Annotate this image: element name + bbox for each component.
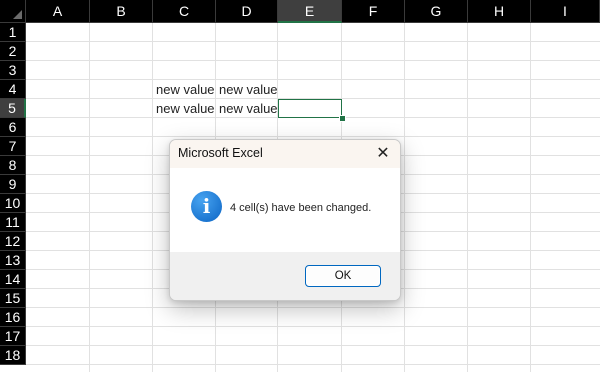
select-all-corner[interactable] [0, 0, 26, 23]
gridline [26, 345, 600, 346]
select-all-triangle-icon [13, 10, 22, 19]
gridline [467, 23, 468, 372]
column-header-b[interactable]: B [90, 0, 153, 23]
column-header-c[interactable]: C [153, 0, 216, 23]
cell-d5[interactable]: new value [219, 99, 278, 118]
row-header-10[interactable]: 10 [0, 194, 26, 213]
row-header-5[interactable]: 5 [0, 99, 26, 118]
dialog-footer: OK [170, 252, 400, 300]
gridline [530, 23, 531, 372]
gridline [26, 41, 600, 42]
row-header-2[interactable]: 2 [0, 42, 26, 61]
cell-d4[interactable]: new value [219, 80, 278, 99]
column-header-d[interactable]: D [216, 0, 278, 23]
row-header-1[interactable]: 1 [0, 23, 26, 42]
dialog-titlebar[interactable]: Microsoft Excel ✕ [170, 140, 400, 168]
gridline [404, 23, 405, 372]
gridline [26, 307, 600, 308]
column-header-i[interactable]: I [531, 0, 600, 23]
row-header-17[interactable]: 17 [0, 327, 26, 346]
row-header-7[interactable]: 7 [0, 137, 26, 156]
close-icon[interactable]: ✕ [366, 140, 400, 168]
dialog-body: i 4 cell(s) have been changed. [170, 168, 400, 252]
column-header-e[interactable]: E [278, 0, 342, 23]
row-header-9[interactable]: 9 [0, 175, 26, 194]
gridline [26, 326, 600, 327]
row-header-13[interactable]: 13 [0, 251, 26, 270]
gridline [26, 79, 600, 80]
row-header-12[interactable]: 12 [0, 232, 26, 251]
row-header-16[interactable]: 16 [0, 308, 26, 327]
gridline [26, 364, 600, 365]
row-header-15[interactable]: 15 [0, 289, 26, 308]
row-header-6[interactable]: 6 [0, 118, 26, 137]
column-header-g[interactable]: G [405, 0, 468, 23]
row-header-11[interactable]: 11 [0, 213, 26, 232]
gridline [26, 60, 600, 61]
gridline [152, 23, 153, 372]
dialog-message: 4 cell(s) have been changed. [230, 202, 372, 214]
row-header-4[interactable]: 4 [0, 80, 26, 99]
active-cell-e5[interactable] [278, 99, 342, 118]
cell-c4[interactable]: new value [156, 80, 215, 99]
ok-button[interactable]: OK [305, 265, 381, 287]
gridline [89, 23, 90, 372]
column-header-h[interactable]: H [468, 0, 531, 23]
row-header-18[interactable]: 18 [0, 346, 26, 365]
row-header-14[interactable]: 14 [0, 270, 26, 289]
gridline [26, 136, 600, 137]
row-header-3[interactable]: 3 [0, 61, 26, 80]
message-dialog: Microsoft Excel ✕ i 4 cell(s) have been … [169, 139, 401, 301]
column-header-a[interactable]: A [26, 0, 90, 23]
info-icon: i [191, 191, 222, 222]
column-header-f[interactable]: F [342, 0, 405, 23]
dialog-title: Microsoft Excel [178, 146, 263, 160]
fill-handle[interactable] [339, 115, 346, 122]
cell-c5[interactable]: new value [156, 99, 215, 118]
row-header-8[interactable]: 8 [0, 156, 26, 175]
